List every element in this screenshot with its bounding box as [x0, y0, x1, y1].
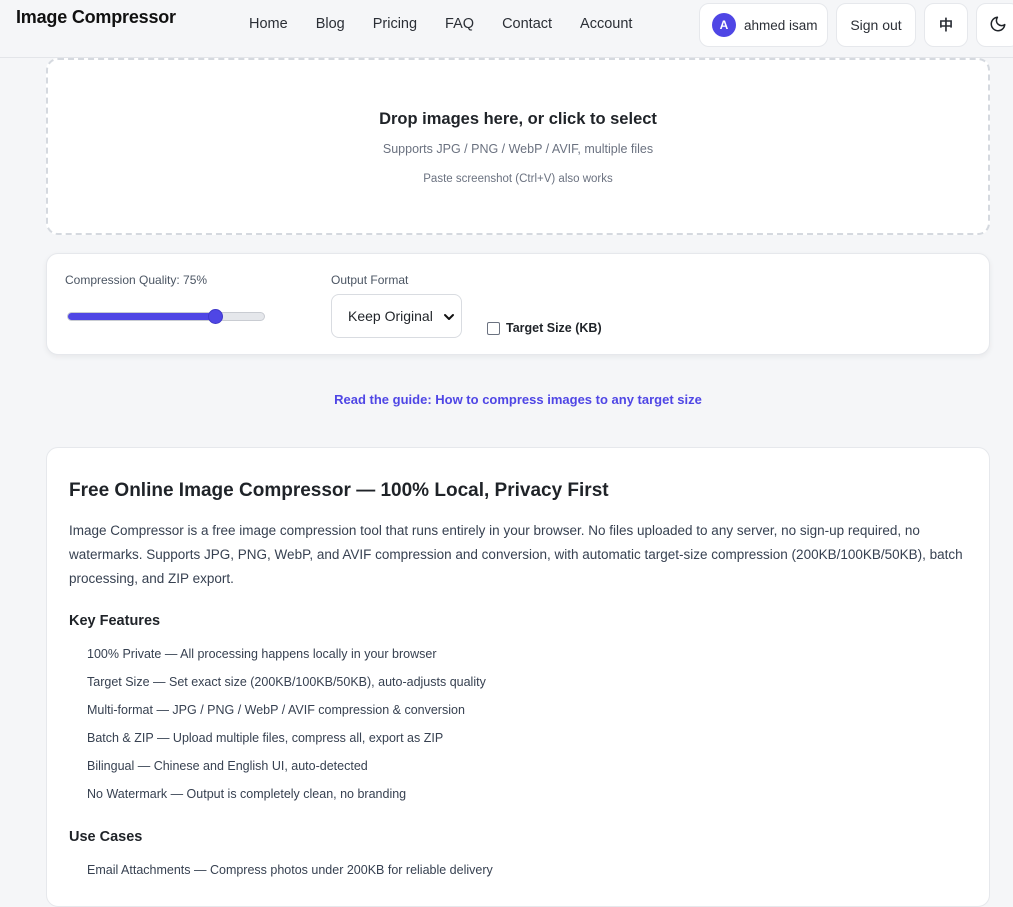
dropzone-paste-hint: Paste screenshot (Ctrl+V) also works	[423, 173, 613, 185]
compression-settings-panel: Compression Quality: 75% Output Format K…	[46, 253, 990, 355]
list-item: Multi-format — JPG / PNG / WebP / AVIF c…	[87, 703, 465, 717]
user-menu[interactable]: A ahmed isam	[699, 3, 828, 47]
user-name: ahmed isam	[744, 17, 818, 33]
moon-icon	[989, 15, 1007, 36]
use-cases-list: Email Attachments — Compress photos unde…	[87, 861, 493, 889]
main-nav: Home Blog Pricing FAQ Contact Account	[249, 16, 660, 32]
sign-out-button[interactable]: Sign out	[836, 3, 916, 47]
nav-blog[interactable]: Blog	[316, 16, 345, 32]
article-intro: Image Compressor is a free image compres…	[69, 523, 963, 586]
nav-contact[interactable]: Contact	[502, 16, 552, 32]
nav-account[interactable]: Account	[580, 16, 632, 32]
language-toggle-button[interactable]: 中	[924, 3, 968, 47]
output-format-value: Keep Original	[348, 308, 433, 324]
nav-home[interactable]: Home	[249, 16, 288, 32]
target-size-label: Target Size (KB)	[506, 321, 602, 335]
about-article: Free Online Image Compressor — 100% Loca…	[46, 447, 990, 907]
chevron-down-icon	[443, 310, 455, 328]
avatar: A	[712, 13, 736, 37]
features-heading: Key Features	[69, 613, 161, 629]
quality-slider[interactable]	[67, 309, 265, 324]
header: Image Compressor Home Blog Pricing FAQ C…	[0, 0, 1013, 58]
output-format-select[interactable]: Keep Original	[331, 294, 462, 338]
guide-link[interactable]: Read the guide: How to compress images t…	[0, 392, 1013, 407]
list-item: Bilingual — Chinese and English UI, auto…	[87, 759, 368, 773]
target-size-option: Target Size (KB)	[487, 321, 602, 335]
upload-dropzone[interactable]: Drop images here, or click to select Sup…	[46, 58, 990, 235]
quality-slider-thumb[interactable]	[207, 309, 223, 324]
dropzone-subtitle: Supports JPG / PNG / WebP / AVIF, multip…	[382, 142, 654, 156]
output-format-label: Output Format	[331, 273, 409, 287]
dropzone-title: Drop images here, or click to select	[379, 110, 657, 128]
list-item: Batch & ZIP — Upload multiple files, com…	[87, 731, 444, 745]
list-item: Email Attachments — Compress photos unde…	[87, 863, 493, 877]
list-item: Target Size — Set exact size (200KB/100K…	[87, 675, 486, 689]
list-item: 100% Private — All processing happens lo…	[87, 647, 437, 661]
features-list: 100% Private — All processing happens lo…	[87, 645, 486, 813]
list-item: No Watermark — Output is completely clea…	[87, 787, 407, 801]
logo[interactable]: Image Compressor	[16, 7, 176, 28]
nav-pricing[interactable]: Pricing	[373, 16, 417, 32]
article-title: Free Online Image Compressor — 100% Loca…	[69, 480, 609, 501]
target-size-checkbox[interactable]	[487, 321, 500, 335]
quality-slider-fill	[68, 313, 215, 320]
quality-label: Compression Quality: 75%	[65, 273, 208, 287]
theme-toggle-button[interactable]	[976, 3, 1013, 47]
use-cases-heading: Use Cases	[69, 829, 143, 845]
nav-faq[interactable]: FAQ	[445, 16, 474, 32]
